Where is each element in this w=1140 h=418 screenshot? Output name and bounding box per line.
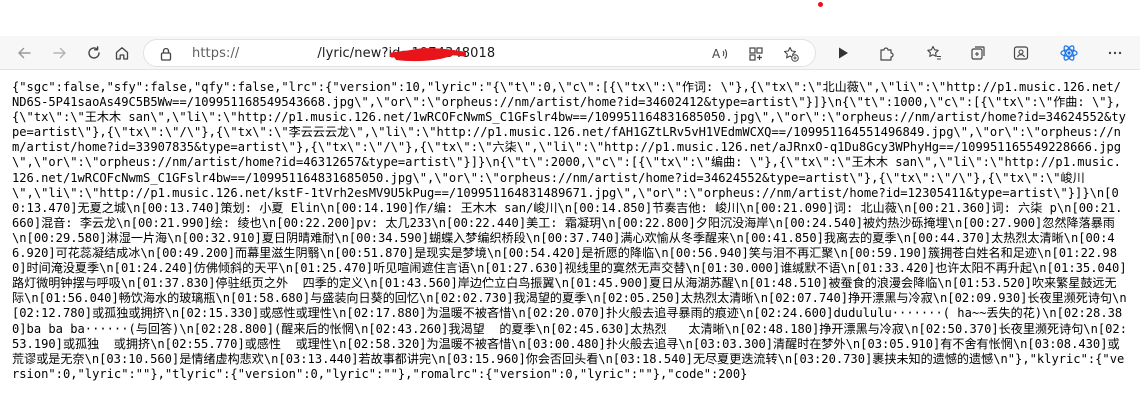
add-favorite-icon[interactable] xyxy=(782,45,800,63)
json-response-text: {"sgc":false,"sfy":false,"qfy":false,"lr… xyxy=(12,80,1127,381)
home-icon[interactable] xyxy=(108,39,136,67)
refresh-icon[interactable] xyxy=(80,39,108,67)
react-devtools-icon[interactable] xyxy=(1055,39,1083,67)
url-text[interactable]: https:// /lyric/new?id=1974348018 xyxy=(192,46,495,61)
play-icon[interactable] xyxy=(829,39,857,67)
url-scheme: https:// xyxy=(192,46,240,61)
url-path: /lyric/new?id=1974348018 xyxy=(317,46,496,61)
back-arrow-icon[interactable] xyxy=(10,39,38,67)
more-icon[interactable] xyxy=(1101,39,1129,67)
grid-icon[interactable] xyxy=(747,45,765,63)
collections-icon[interactable] xyxy=(964,39,992,67)
window-top-strip xyxy=(0,0,1140,36)
browser-toolbar: https:// /lyric/new?id=1974348018 A xyxy=(0,36,1140,70)
favorites-icon[interactable] xyxy=(920,39,948,67)
svg-text:A: A xyxy=(712,47,721,61)
lock-icon[interactable] xyxy=(158,46,174,62)
forward-arrow-icon[interactable] xyxy=(46,39,74,67)
page-content: {"sgc":false,"sfy":false,"qfy":false,"lr… xyxy=(0,70,1140,382)
extensions-icon[interactable] xyxy=(873,39,901,67)
address-bar[interactable]: https:// /lyric/new?id=1974348018 A xyxy=(143,39,816,67)
notification-dot xyxy=(818,2,823,7)
profile-icon[interactable] xyxy=(1007,39,1035,67)
read-aloud-icon[interactable]: A xyxy=(711,45,729,63)
